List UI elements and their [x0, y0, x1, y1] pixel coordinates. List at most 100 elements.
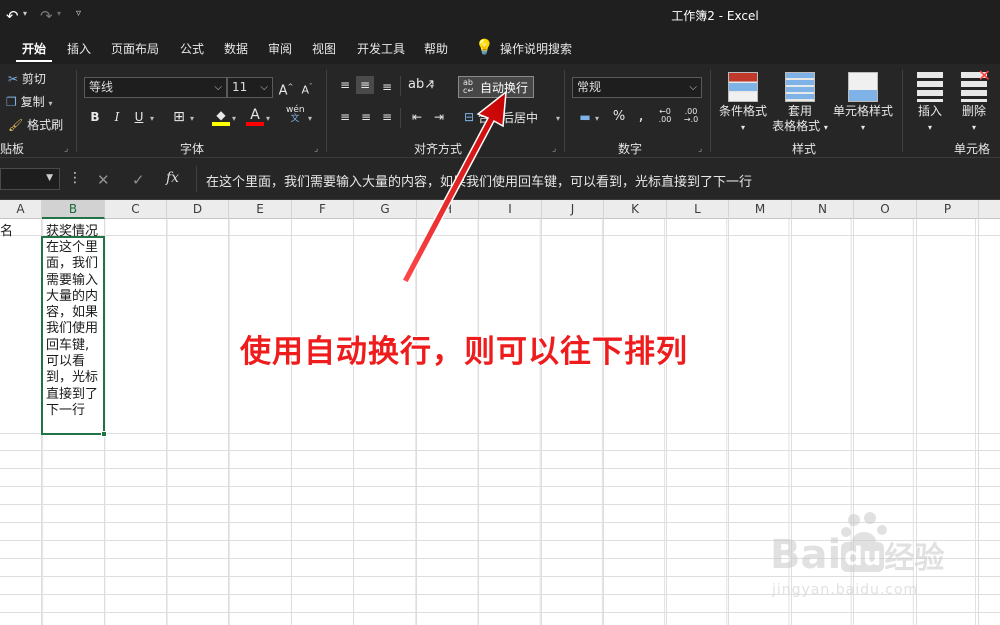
column-header-f[interactable]: F [292, 200, 354, 219]
chevron-down-icon: ⌵ [214, 82, 222, 93]
delete-cells-icon: ✕ [961, 68, 991, 102]
group-divider [76, 70, 77, 152]
fill-color-icon[interactable]: ◆ [212, 106, 230, 126]
fill-color-dropdown-icon[interactable]: ▾ [232, 114, 236, 123]
cell-b2-selected[interactable]: 在这个里 面，我们 需要输入 大量的内 容，如果 我们使用 回车键, 可以看 到… [41, 236, 107, 437]
number-launcher-icon[interactable]: ⌟ [698, 144, 702, 154]
column-header-k[interactable]: K [604, 200, 667, 219]
name-box[interactable]: ▼ [0, 168, 60, 190]
styles-group-label: 样式 [792, 142, 817, 156]
insert-function-button[interactable]: fx [166, 170, 179, 186]
tab-developer[interactable]: 开发工具 [357, 40, 405, 60]
tab-review[interactable]: 审阅 [268, 40, 292, 60]
merge-dropdown-icon[interactable]: ▾ [556, 114, 560, 123]
tab-data[interactable]: 数据 [224, 40, 248, 60]
font-name-combo[interactable]: 等线 ⌵ [84, 77, 227, 98]
accounting-dropdown-icon[interactable]: ▾ [595, 114, 599, 123]
watermark-url: jingyan.baidu.com [772, 582, 919, 598]
tab-home[interactable]: 开始 [22, 40, 46, 60]
column-header-m[interactable]: M [729, 200, 792, 219]
copy-button[interactable]: ❐ 复制 ▾ [6, 94, 52, 112]
annotation-arrow [400, 90, 507, 284]
annotation-text: 使用自动换行，则可以往下排列 [240, 334, 688, 370]
align-left-icon[interactable]: ≡ [336, 108, 354, 126]
column-header-a[interactable]: A [0, 200, 42, 219]
lightbulb-icon: 💡 [475, 38, 494, 56]
window-title: 工作簿2 - Excel [671, 9, 759, 23]
phonetic-guide-icon[interactable]: wén 文 [286, 106, 305, 124]
format-painter-button[interactable]: 🖌 格式刷 [8, 117, 63, 133]
clipboard-launcher-icon[interactable]: ⌟ [64, 144, 68, 154]
delete-cells-button[interactable]: ✕ 删除 ▾ [952, 68, 996, 135]
tab-insert[interactable]: 插入 [67, 40, 91, 60]
underline-button[interactable]: U [130, 108, 148, 126]
bold-button[interactable]: B [86, 108, 104, 126]
cell-styles-icon [848, 72, 878, 102]
scissors-icon: ✂ [8, 72, 19, 86]
align-center-icon[interactable]: ≡ [357, 108, 375, 126]
cut-button[interactable]: ✂ 剪切 [8, 71, 46, 87]
conditional-formatting-button[interactable]: 条件格式 ▾ [716, 72, 770, 135]
tell-me-search[interactable]: 操作说明搜索 [500, 40, 572, 60]
column-header-b[interactable]: B [42, 200, 105, 219]
italic-button[interactable]: I [108, 108, 126, 126]
shrink-font-button[interactable]: Aˇ [298, 78, 316, 97]
phonetic-dropdown-icon[interactable]: ▾ [308, 114, 312, 123]
column-header-o[interactable]: O [854, 200, 917, 219]
redo-icon[interactable]: ↷ [40, 6, 53, 26]
redo-dropdown-icon[interactable]: ▾ [57, 9, 61, 18]
undo-dropdown-icon[interactable]: ▾ [23, 9, 27, 18]
number-format-combo[interactable]: 常规 ⌵ [572, 77, 702, 98]
more-options-icon[interactable]: ⋮ [68, 170, 82, 186]
accounting-format-icon[interactable]: ▬ [576, 108, 594, 126]
undo-icon[interactable]: ↶ [6, 6, 19, 26]
number-group-label: 数字 [618, 142, 643, 156]
increase-decimal-icon[interactable]: ←0.00 [656, 108, 674, 126]
chevron-down-icon: ⌵ [260, 82, 268, 93]
clipboard-group-label: 贴板 [0, 142, 25, 156]
customize-quick-access-icon[interactable]: ▿ [76, 8, 81, 19]
column-header-p[interactable]: P [917, 200, 979, 219]
column-header-n[interactable]: N [792, 200, 854, 219]
alignment-launcher-icon[interactable]: ⌟ [552, 144, 556, 154]
top-align-icon[interactable]: ≡ [336, 76, 354, 94]
tab-formulas[interactable]: 公式 [180, 40, 204, 60]
cell-styles-button[interactable]: 单元格样式 ▾ [832, 72, 894, 135]
tab-page-layout[interactable]: 页面布局 [111, 40, 159, 60]
font-size-combo[interactable]: 11 ⌵ [227, 77, 273, 98]
column-header-c[interactable]: C [105, 200, 167, 219]
column-header-l[interactable]: L [667, 200, 729, 219]
underline-dropdown-icon[interactable]: ▾ [150, 114, 154, 123]
ribbon-tabs: 开始 插入 页面布局 公式 数据 审阅 视图 开发工具 帮助 💡 操作说明搜索 [0, 32, 1000, 64]
chevron-down-icon: ⌵ [689, 82, 697, 93]
tab-view[interactable]: 视图 [312, 40, 336, 60]
middle-align-icon[interactable]: ≡ [356, 76, 374, 94]
enter-icon[interactable]: ✓ [132, 171, 145, 189]
font-color-dropdown-icon[interactable]: ▾ [266, 114, 270, 123]
cell-a1[interactable]: 名 [0, 220, 13, 239]
font-launcher-icon[interactable]: ⌟ [314, 144, 318, 154]
cancel-icon[interactable]: ✕ [97, 171, 110, 189]
borders-icon[interactable]: ⊞ [170, 108, 188, 126]
decrease-decimal-icon[interactable]: .00 →.0 [682, 108, 700, 126]
comma-button[interactable]: , [632, 106, 650, 124]
fill-handle[interactable] [101, 431, 107, 437]
insert-cells-button[interactable]: 插入 ▾ [908, 72, 952, 135]
tab-help[interactable]: 帮助 [424, 40, 448, 60]
group-divider [564, 70, 565, 152]
cells-group-label: 单元格 [954, 142, 991, 156]
percent-button[interactable]: % [610, 108, 628, 126]
format-as-table-button[interactable]: 套用 表格格式 ▾ [770, 72, 830, 135]
conditional-formatting-icon [728, 72, 758, 102]
column-header-e[interactable]: E [229, 200, 292, 219]
divider [196, 166, 197, 192]
column-header-j[interactable]: J [542, 200, 604, 219]
active-tab-indicator [16, 60, 52, 62]
font-color-icon[interactable]: A [246, 106, 264, 126]
column-header-d[interactable]: D [167, 200, 229, 219]
title-bar: ↶ ▾ ↷ ▾ ▿ 工作簿2 - Excel [0, 0, 1000, 32]
grow-font-button[interactable]: A^ [277, 78, 295, 98]
format-as-table-icon [785, 72, 815, 102]
borders-dropdown-icon[interactable]: ▾ [190, 114, 194, 123]
font-group-label: 字体 [180, 142, 205, 156]
